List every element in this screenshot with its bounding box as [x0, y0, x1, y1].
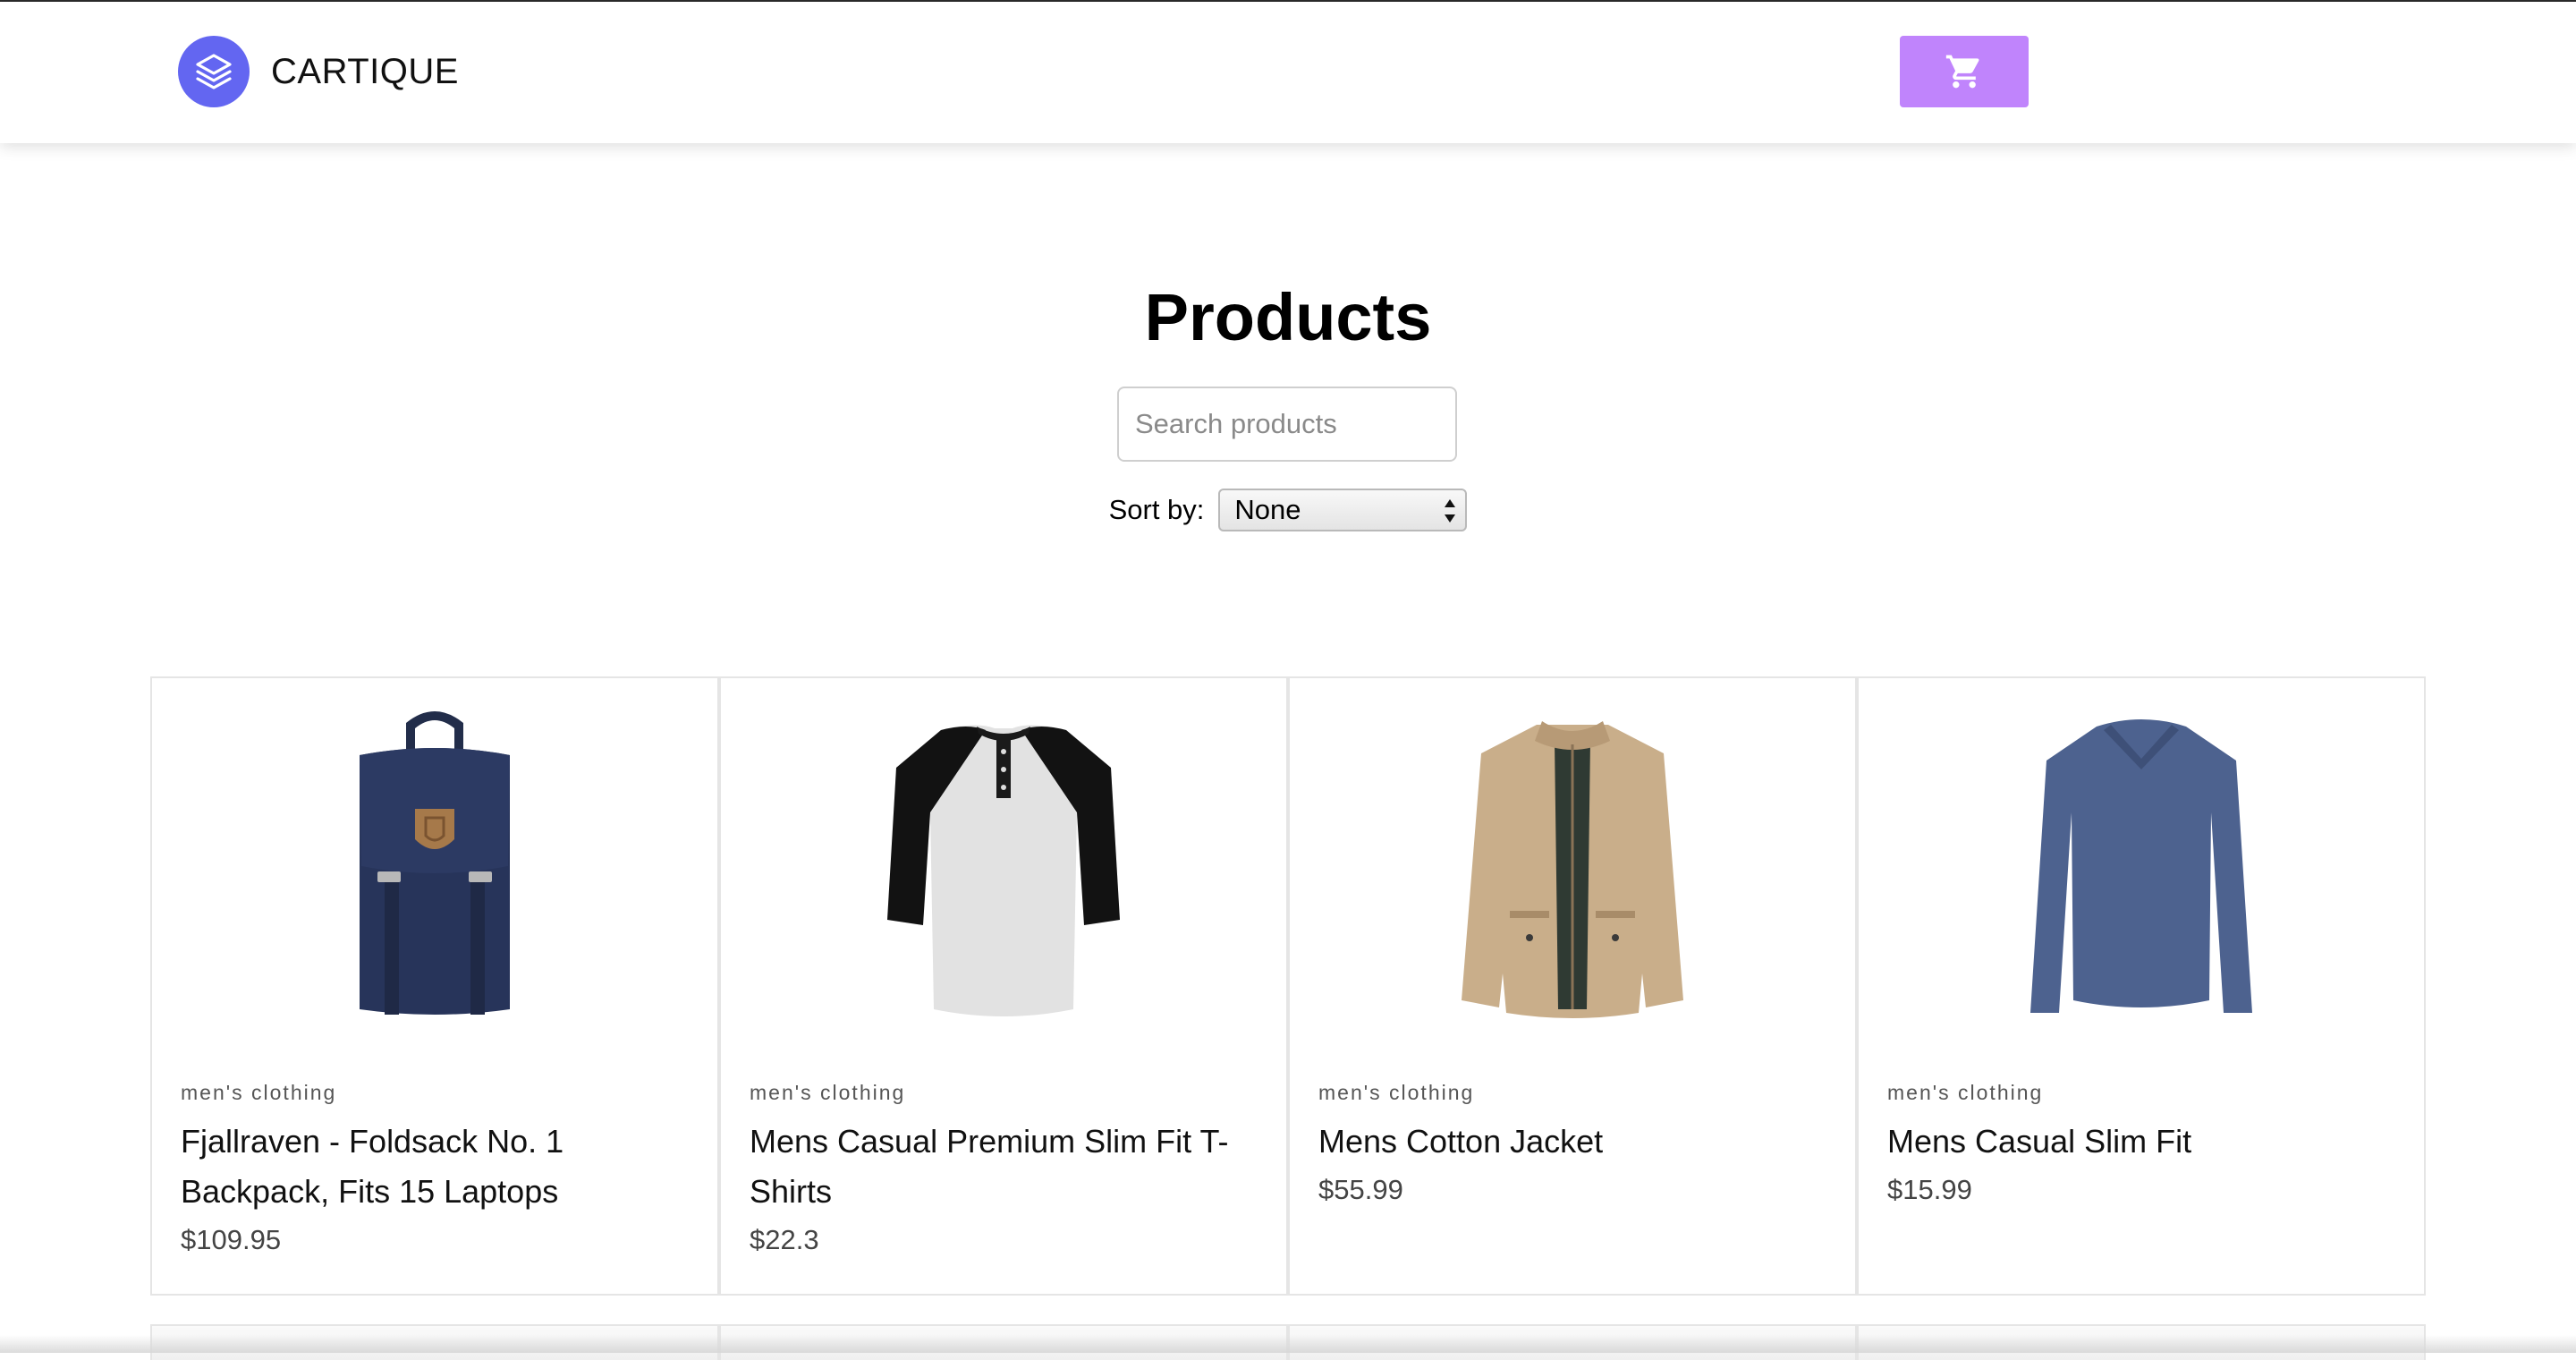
product-price: $22.3 [750, 1224, 819, 1255]
product-category: men's clothing [181, 1081, 337, 1104]
product-name: Mens Cotton Jacket [1318, 1123, 1604, 1160]
product-category: men's clothing [750, 1081, 906, 1104]
brand-logo[interactable]: CARTIQUE [178, 36, 459, 107]
jacket-image [1290, 705, 1855, 1027]
sort-label: Sort by: [1108, 494, 1205, 525]
product-category: men's clothing [1887, 1081, 2044, 1104]
product-card[interactable]: men's clothing Fjallraven - Foldsack No.… [150, 676, 719, 1296]
raglan-tshirt-image [721, 705, 1286, 1027]
product-name: Mens Casual Premium Slim Fit T-Shirts [750, 1123, 1229, 1210]
scroll-fade [0, 1335, 2576, 1353]
product-name: Fjallraven - Foldsack No. 1 Backpack, Fi… [181, 1123, 564, 1210]
select-arrows-icon [1445, 499, 1456, 523]
layers-icon [178, 36, 250, 107]
product-grid: men's clothing Fjallraven - Foldsack No.… [150, 676, 2426, 1296]
product-name: Mens Casual Slim Fit [1887, 1123, 2192, 1160]
product-price: $109.95 [181, 1224, 282, 1255]
product-card[interactable]: men's clothing Mens Casual Premium Slim … [719, 676, 1288, 1296]
cart-button[interactable] [1900, 36, 2029, 107]
backpack-image [152, 705, 717, 1027]
brand-name: CARTIQUE [271, 51, 459, 91]
long-sleeve-shirt-image [1859, 705, 2424, 1027]
sort-control: Sort by: None [0, 489, 2576, 531]
product-card[interactable]: men's clothing Mens Casual Slim Fit $15.… [1857, 676, 2426, 1296]
navbar: CARTIQUE [0, 2, 2576, 143]
sort-selected-value: None [1234, 494, 1301, 525]
search-input[interactable] [1117, 387, 1457, 462]
page-title: Products [1144, 280, 1432, 354]
sort-select[interactable]: None [1218, 489, 1468, 531]
product-price: $15.99 [1887, 1174, 1972, 1205]
product-category: men's clothing [1318, 1081, 1475, 1104]
cart-icon [1945, 55, 1979, 89]
product-card[interactable]: men's clothing Mens Cotton Jacket $55.99 [1288, 676, 1857, 1296]
product-price: $55.99 [1318, 1174, 1403, 1205]
